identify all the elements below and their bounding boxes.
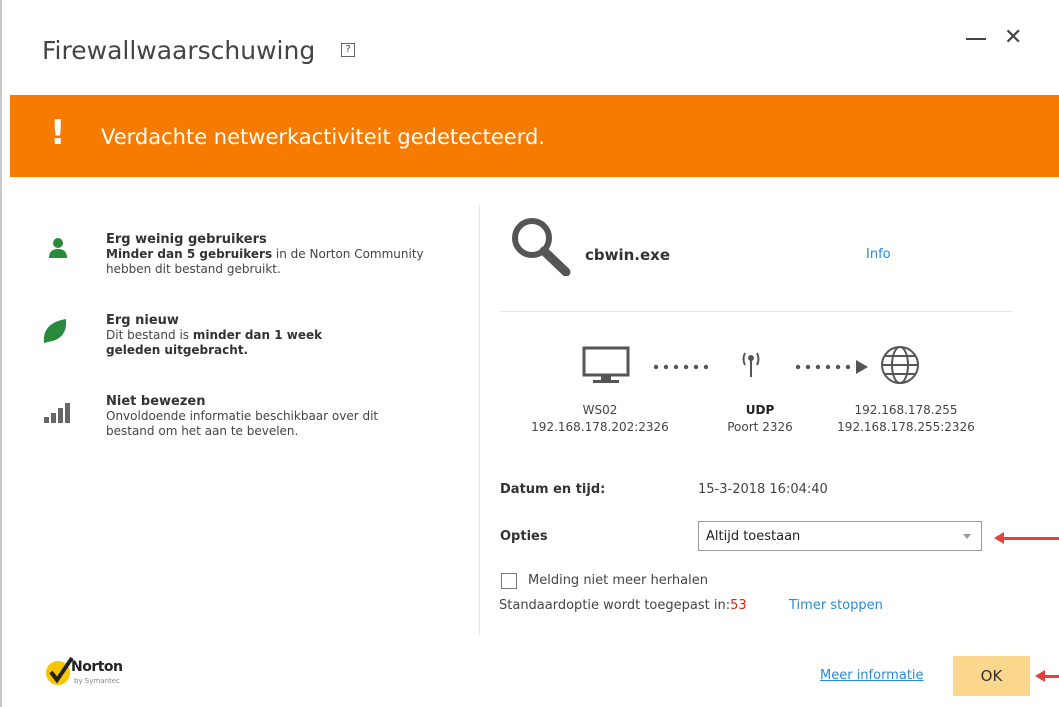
chevron-down-icon <box>963 534 971 539</box>
destination-node: 192.168.178.255 192.168.178.255:2326 <box>826 402 986 436</box>
destination-name: 192.168.178.255 <box>854 403 958 417</box>
proof-heading: Niet bewezen <box>106 394 206 409</box>
users-community: in de Norton Community <box>272 247 424 261</box>
alert-banner: ! Verdachte netwerkactiviteit gedetectee… <box>10 95 1059 177</box>
stop-timer-link[interactable]: Timer stoppen <box>789 598 883 613</box>
info-link[interactable]: Info <box>866 247 891 262</box>
age-line2: geleden uitgebracht. <box>106 343 249 357</box>
close-button[interactable]: ✕ <box>1004 26 1022 50</box>
annotation-arrow-options <box>994 532 1059 544</box>
date-value: 15-3-2018 16:04:40 <box>698 482 828 497</box>
dotted-link-left <box>653 364 709 370</box>
annotation-arrow-ok <box>1035 670 1059 682</box>
antenna-icon <box>742 352 760 377</box>
dont-repeat-checkbox[interactable] <box>501 573 517 589</box>
age-heading: Erg nieuw <box>106 313 179 328</box>
default-option-text: Standaardoptie wordt toegepast in:53 <box>499 598 747 613</box>
options-select[interactable]: Altijd toestaan <box>698 521 982 551</box>
users-line2: hebben dit bestand gebruikt. <box>106 262 281 276</box>
proof-line1: Onvoldoende informatie beschikbaar over … <box>106 409 379 423</box>
window-left-border <box>0 0 10 707</box>
age-bold: minder dan 1 week <box>192 328 323 342</box>
source-address: 192.168.178.202:2326 <box>531 420 669 434</box>
leaf-icon <box>43 319 67 343</box>
countdown-value: 53 <box>730 598 747 613</box>
options-label: Opties <box>500 529 548 544</box>
help-icon[interactable]: ? <box>341 43 355 57</box>
norton-logo-sub: by Symantec <box>74 677 120 685</box>
destination-address: 192.168.178.255:2326 <box>837 420 975 434</box>
connection-diagram <box>582 346 919 384</box>
dont-repeat-label[interactable]: Melding niet meer herhalen <box>528 573 708 588</box>
proof-line2: bestand om het aan te bevelen. <box>106 424 299 438</box>
ok-button[interactable]: OK <box>953 656 1030 696</box>
norton-check-icon <box>46 656 74 685</box>
panel-divider <box>479 205 480 635</box>
port: Poort 2326 <box>727 420 793 434</box>
minimize-button[interactable] <box>966 38 986 40</box>
age-prefix: Dit bestand is <box>106 328 193 342</box>
norton-logo: Norton by Symantec <box>44 655 154 691</box>
file-name: cbwin.exe <box>585 246 671 264</box>
default-option-label: Standaardoptie wordt toegepast in: <box>499 598 731 613</box>
users-count: Minder dan 5 gebruikers <box>106 247 273 261</box>
globe-icon <box>881 346 919 384</box>
exclamation-icon: ! <box>50 113 66 153</box>
more-info-link[interactable]: Meer informatie <box>820 668 924 683</box>
options-selected-value: Altijd toestaan <box>706 529 801 544</box>
signal-bars-icon <box>44 403 70 423</box>
window-title: Firewallwaarschuwing <box>42 36 316 65</box>
users-heading: Erg weinig gebruikers <box>106 232 267 247</box>
computer-icon <box>582 346 630 383</box>
protocol-node: UDP Poort 2326 <box>710 402 810 436</box>
source-node: WS02 192.168.178.202:2326 <box>530 402 670 436</box>
dotted-link-right <box>795 360 868 374</box>
protocol: UDP <box>745 403 775 417</box>
source-name: WS02 <box>582 403 618 417</box>
search-icon <box>512 218 571 276</box>
user-icon <box>49 238 67 258</box>
alert-message: Verdachte netwerkactiviteit gedetecteerd… <box>101 125 545 149</box>
section-divider <box>500 311 1013 312</box>
norton-logo-text: Norton <box>71 659 123 675</box>
date-label: Datum en tijd: <box>500 482 606 497</box>
